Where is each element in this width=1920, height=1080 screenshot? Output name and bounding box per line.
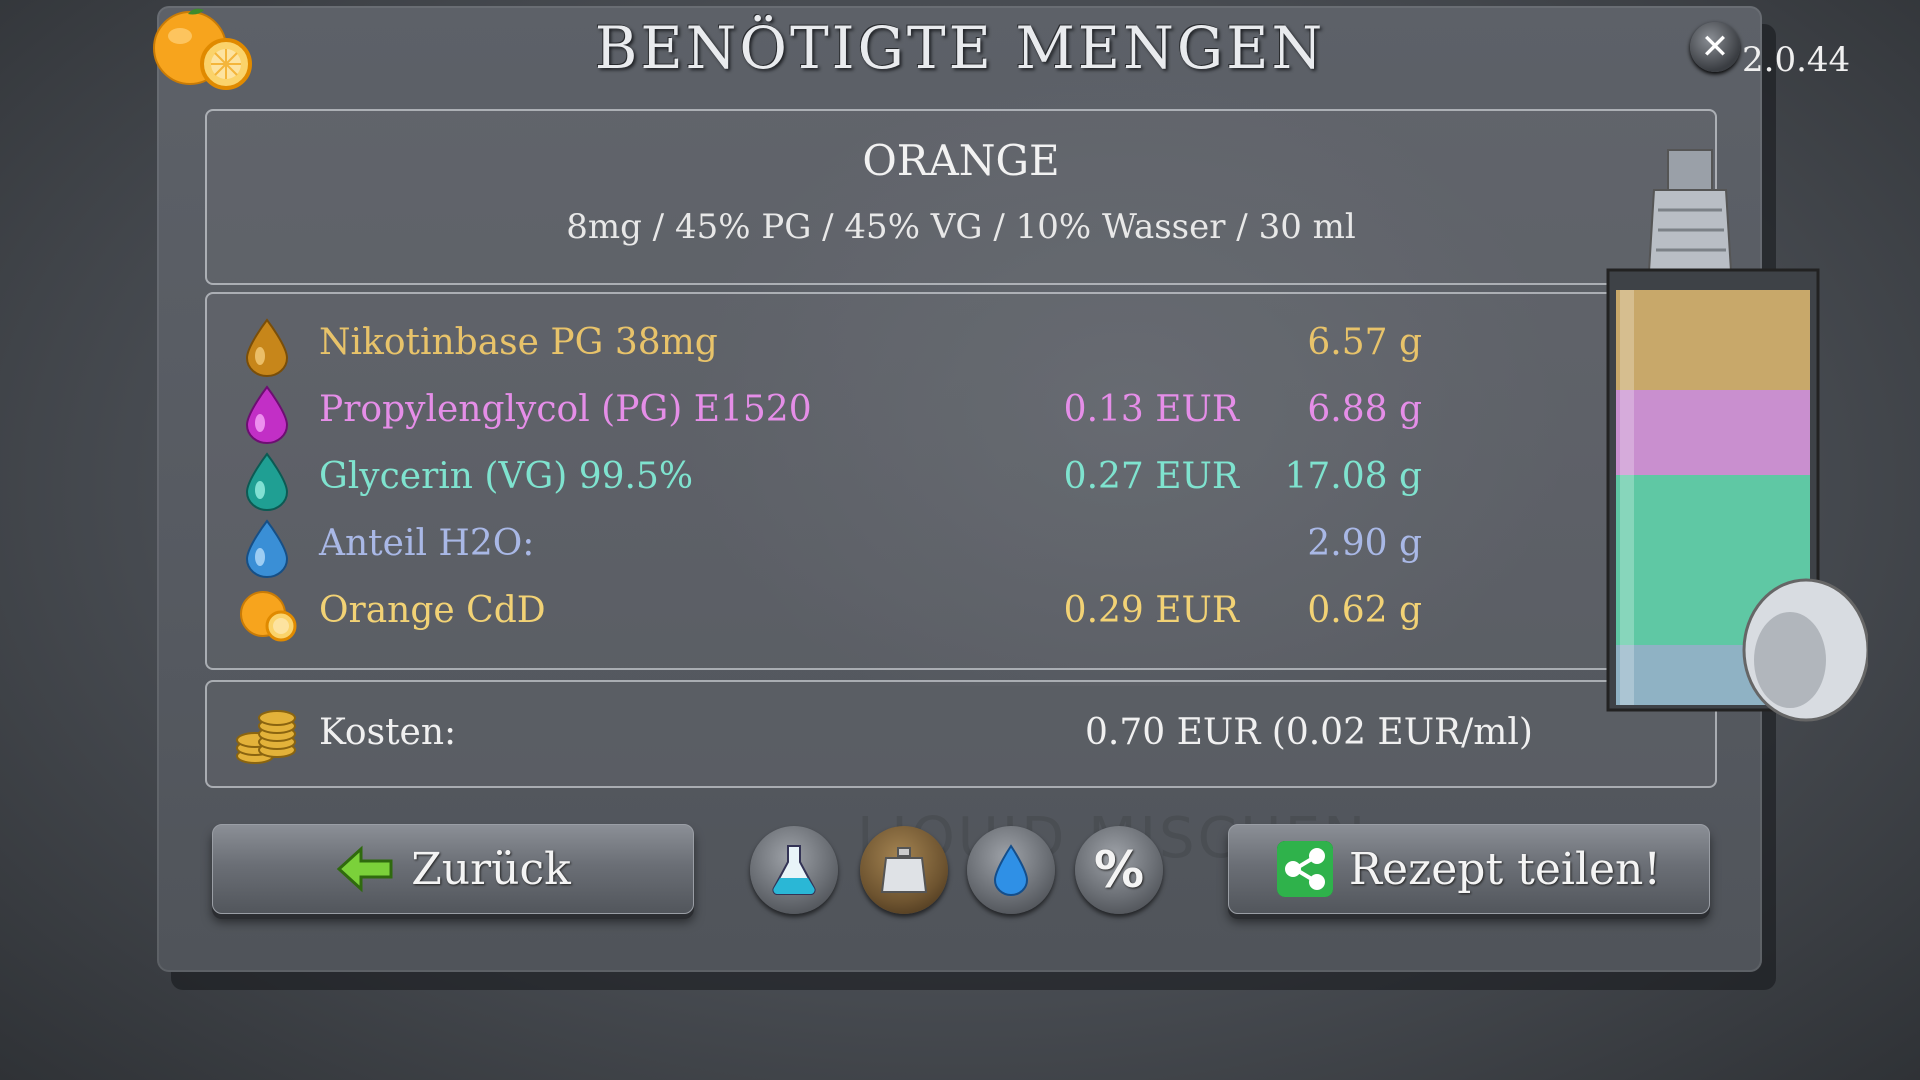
weight-icon [880,847,928,893]
ingredients-list: Nikotinbase PG 38mg 6.57 g Propylenglyco… [205,292,1629,670]
close-button[interactable]: ✕ [1690,22,1740,72]
ingredient-name: Anteil H2O: [319,523,535,564]
water-drop-icon [993,844,1029,896]
ingredient-row-vg: Glycerin (VG) 99.5% 0.27 EUR 17.08 g [207,448,1627,511]
percent-icon: % [1093,841,1145,899]
coins-icon [236,710,296,764]
arrow-left-icon [336,845,393,893]
close-icon: ✕ [1700,27,1730,67]
share-button-label: Rezept teilen! [1348,843,1662,895]
cost-summary-box: Kosten: 0.70 EUR (0.02 EUR/ml) [205,680,1717,788]
ingredient-weight: 0.62 g [1307,590,1422,631]
share-icon [1276,841,1333,897]
recipe-description: 8mg / 45% PG / 45% VG / 10% Wasser / 30 … [566,207,1356,247]
ingredient-row-pg: Propylenglycol (PG) E1520 0.13 EUR 6.88 … [207,381,1627,444]
magenta-drop-icon [245,385,289,444]
bottle-illustration [1606,149,1868,722]
percent-mode-button[interactable]: % [1075,826,1163,914]
share-recipe-button[interactable]: Rezept teilen! [1228,824,1710,914]
ingredient-price: 0.13 EUR [1063,389,1239,430]
ingredient-name: Nikotinbase PG 38mg [319,322,718,363]
cost-value: 0.70 EUR (0.02 EUR/ml) [1085,712,1533,753]
ingredient-price: 0.29 EUR [1063,590,1239,631]
ingredient-weight: 2.90 g [1307,523,1422,564]
ingredient-row-nicotine: Nikotinbase PG 38mg 6.57 g [207,314,1627,377]
mix-mode-button[interactable] [750,826,838,914]
page-title: BENÖTIGTE MENGEN [594,14,1326,82]
recipe-name: ORANGE [862,136,1060,185]
weight-mode-button[interactable] [860,826,948,914]
ingredient-weight: 6.88 g [1307,389,1422,430]
back-button[interactable]: Zurück [212,824,694,914]
orange-fruit-icon [240,591,297,642]
ingredient-price: 0.27 EUR [1063,456,1239,497]
ingredient-name: Propylenglycol (PG) E1520 [319,389,812,430]
ingredient-name: Glycerin (VG) 99.5% [319,456,694,497]
ingredient-row-aroma: Orange CdD 0.29 EUR 0.62 g [207,582,1627,644]
flask-icon [772,845,816,896]
ingredient-weight: 17.08 g [1284,456,1422,497]
cost-label: Kosten: [319,712,457,753]
teal-drop-icon [245,452,289,511]
ingredient-weight: 6.57 g [1307,322,1422,363]
ingredient-row-water: Anteil H2O: 2.90 g [207,515,1627,578]
amber-drop-icon [245,318,289,377]
version-label: 2.0.44 [1742,40,1851,80]
ingredient-name: Orange CdD [319,590,546,631]
back-button-label: Zurück [411,843,571,895]
recipe-summary-box: ORANGE 8mg / 45% PG / 45% VG / 10% Wasse… [205,109,1717,285]
blue-drop-icon [245,519,289,578]
volume-mode-button[interactable] [967,826,1055,914]
